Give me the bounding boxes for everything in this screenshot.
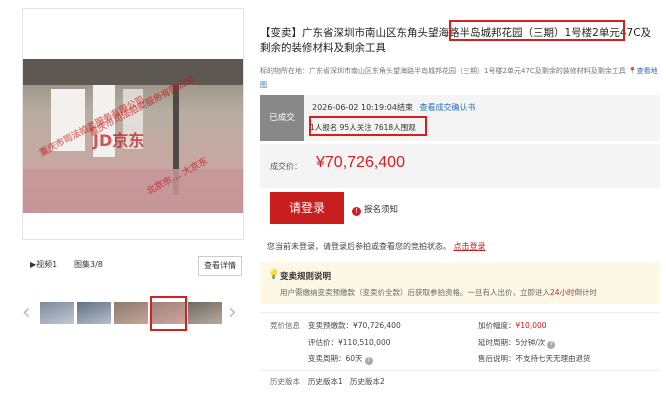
history-label: 历史版本 [270, 377, 300, 386]
thumbnail[interactable] [40, 302, 74, 324]
photo-ceiling [23, 59, 243, 85]
period-text: 变卖周期：60天 [308, 354, 363, 363]
tip-text: 您当前未登录，请登录后参拍或查看您的竞拍状态。 [267, 242, 451, 251]
notice-link[interactable]: ! 报名须知 [352, 203, 398, 216]
main-image-frame[interactable]: 重庆市司法拍卖服务有限公司 重庆市司法拍卖服务有限公司 北京市... 大京东 J… [22, 8, 244, 240]
selected-thumbnail-highlight [150, 296, 187, 331]
album-tab[interactable]: 图集3/8 [74, 259, 103, 270]
login-tip: 您当前未登录，请登录后参拍或查看您的竞拍状态。 点击登录 [267, 241, 486, 252]
address-text: 标的物所在地：广东省深圳市南山区东角头望海路半岛城邦花园（三期）1号楼2单元47… [260, 67, 626, 75]
thumbnail[interactable] [114, 302, 148, 324]
price-label: 成交价： [270, 162, 302, 171]
rules-text-main: 用户需缴纳变卖预缴款（变卖价全款）后获取参拍资格。一旦有人出价，立即进入 [280, 288, 550, 297]
thumbnail[interactable] [77, 302, 111, 324]
thumbnail[interactable] [188, 302, 222, 324]
lightbulb-icon: 💡 [268, 270, 280, 280]
end-time: 2026-06-02 10:19:04结束 查看成交确认书 [312, 102, 476, 113]
delay-info: 延时周期：5分钟/次? [478, 337, 556, 349]
increment-value: ¥10,000 [515, 321, 547, 330]
login-button[interactable]: 请登录 [270, 192, 344, 224]
delay-text: 延时周期：5分钟/次 [478, 338, 546, 347]
rules-title: 变卖规则说明 [280, 272, 332, 282]
listing-address: 标的物所在地：广东省深圳市南山区东角头望海路半岛城邦花园（三期）1号楼2单元47… [260, 64, 660, 92]
increment-info: 加价幅度：¥10,000 [478, 320, 547, 331]
rules-text-highlight: 24小时 [550, 288, 575, 297]
history-versions: 历史版本 历史版本1 历史版本2 [260, 370, 660, 388]
alert-icon: ! [352, 207, 361, 216]
prev-arrow-icon[interactable]: ‹ [22, 300, 31, 326]
price-panel: 成交价： ¥70,726,400 [260, 144, 660, 188]
rules-panel: 💡 变卖规则说明 用户需缴纳变卖预缴款（变卖价全款）后获取参拍资格。一旦有人出价… [260, 262, 660, 304]
info-header: 竞价信息 [270, 321, 300, 330]
after-sale-info: 售后说明：不支持七天无理由退货 [478, 354, 591, 363]
watermark-logo: JD京东 [93, 131, 145, 150]
help-icon[interactable]: ? [547, 341, 556, 349]
increment-label: 加价幅度： [478, 321, 516, 330]
end-time-text: 2026-06-02 10:19:04结束 [312, 103, 413, 112]
history-version-2[interactable]: 历史版本2 [350, 376, 385, 387]
thumbnail-strip: ‹ › [20, 296, 246, 331]
video-tab[interactable]: ▶视频1 [30, 259, 57, 270]
bidding-info: 竞价信息 变卖预缴款：¥70,726,400 加价幅度：¥10,000 评估价：… [260, 312, 660, 370]
valuation-info: 评估价：¥110,510,000 [308, 338, 391, 347]
next-arrow-icon[interactable]: › [228, 300, 237, 326]
property-photo[interactable]: 重庆市司法拍卖服务有限公司 重庆市司法拍卖服务有限公司 北京市... 大京东 J… [23, 59, 243, 213]
counts-highlight-box [309, 116, 427, 136]
price-value: ¥70,726,400 [316, 154, 405, 171]
view-detail-button[interactable]: 查看详情 [198, 256, 242, 276]
help-icon[interactable]: ? [364, 357, 373, 365]
title-highlight-box [449, 20, 625, 41]
history-version-1[interactable]: 历史版本1 [308, 376, 343, 387]
record-link[interactable]: 查看成交确认书 [420, 103, 476, 112]
status-badge: 已成交 [260, 95, 304, 141]
click-login-link[interactable]: 点击登录 [454, 242, 486, 251]
period-info: 变卖周期：60天? [308, 353, 373, 365]
rules-text: 用户需缴纳变卖预缴款（变卖价全款）后获取参拍资格。一旦有人出价，立即进入24小时… [280, 287, 597, 298]
notice-label[interactable]: 报名须知 [364, 205, 398, 215]
photo-floor [23, 169, 243, 213]
rules-text-end: 倒计时 [574, 288, 598, 297]
gallery-tabs: ▶视频1 图集3/8 查看详情 [22, 256, 244, 278]
deposit-info: 变卖预缴款：¥70,726,400 [308, 321, 401, 330]
